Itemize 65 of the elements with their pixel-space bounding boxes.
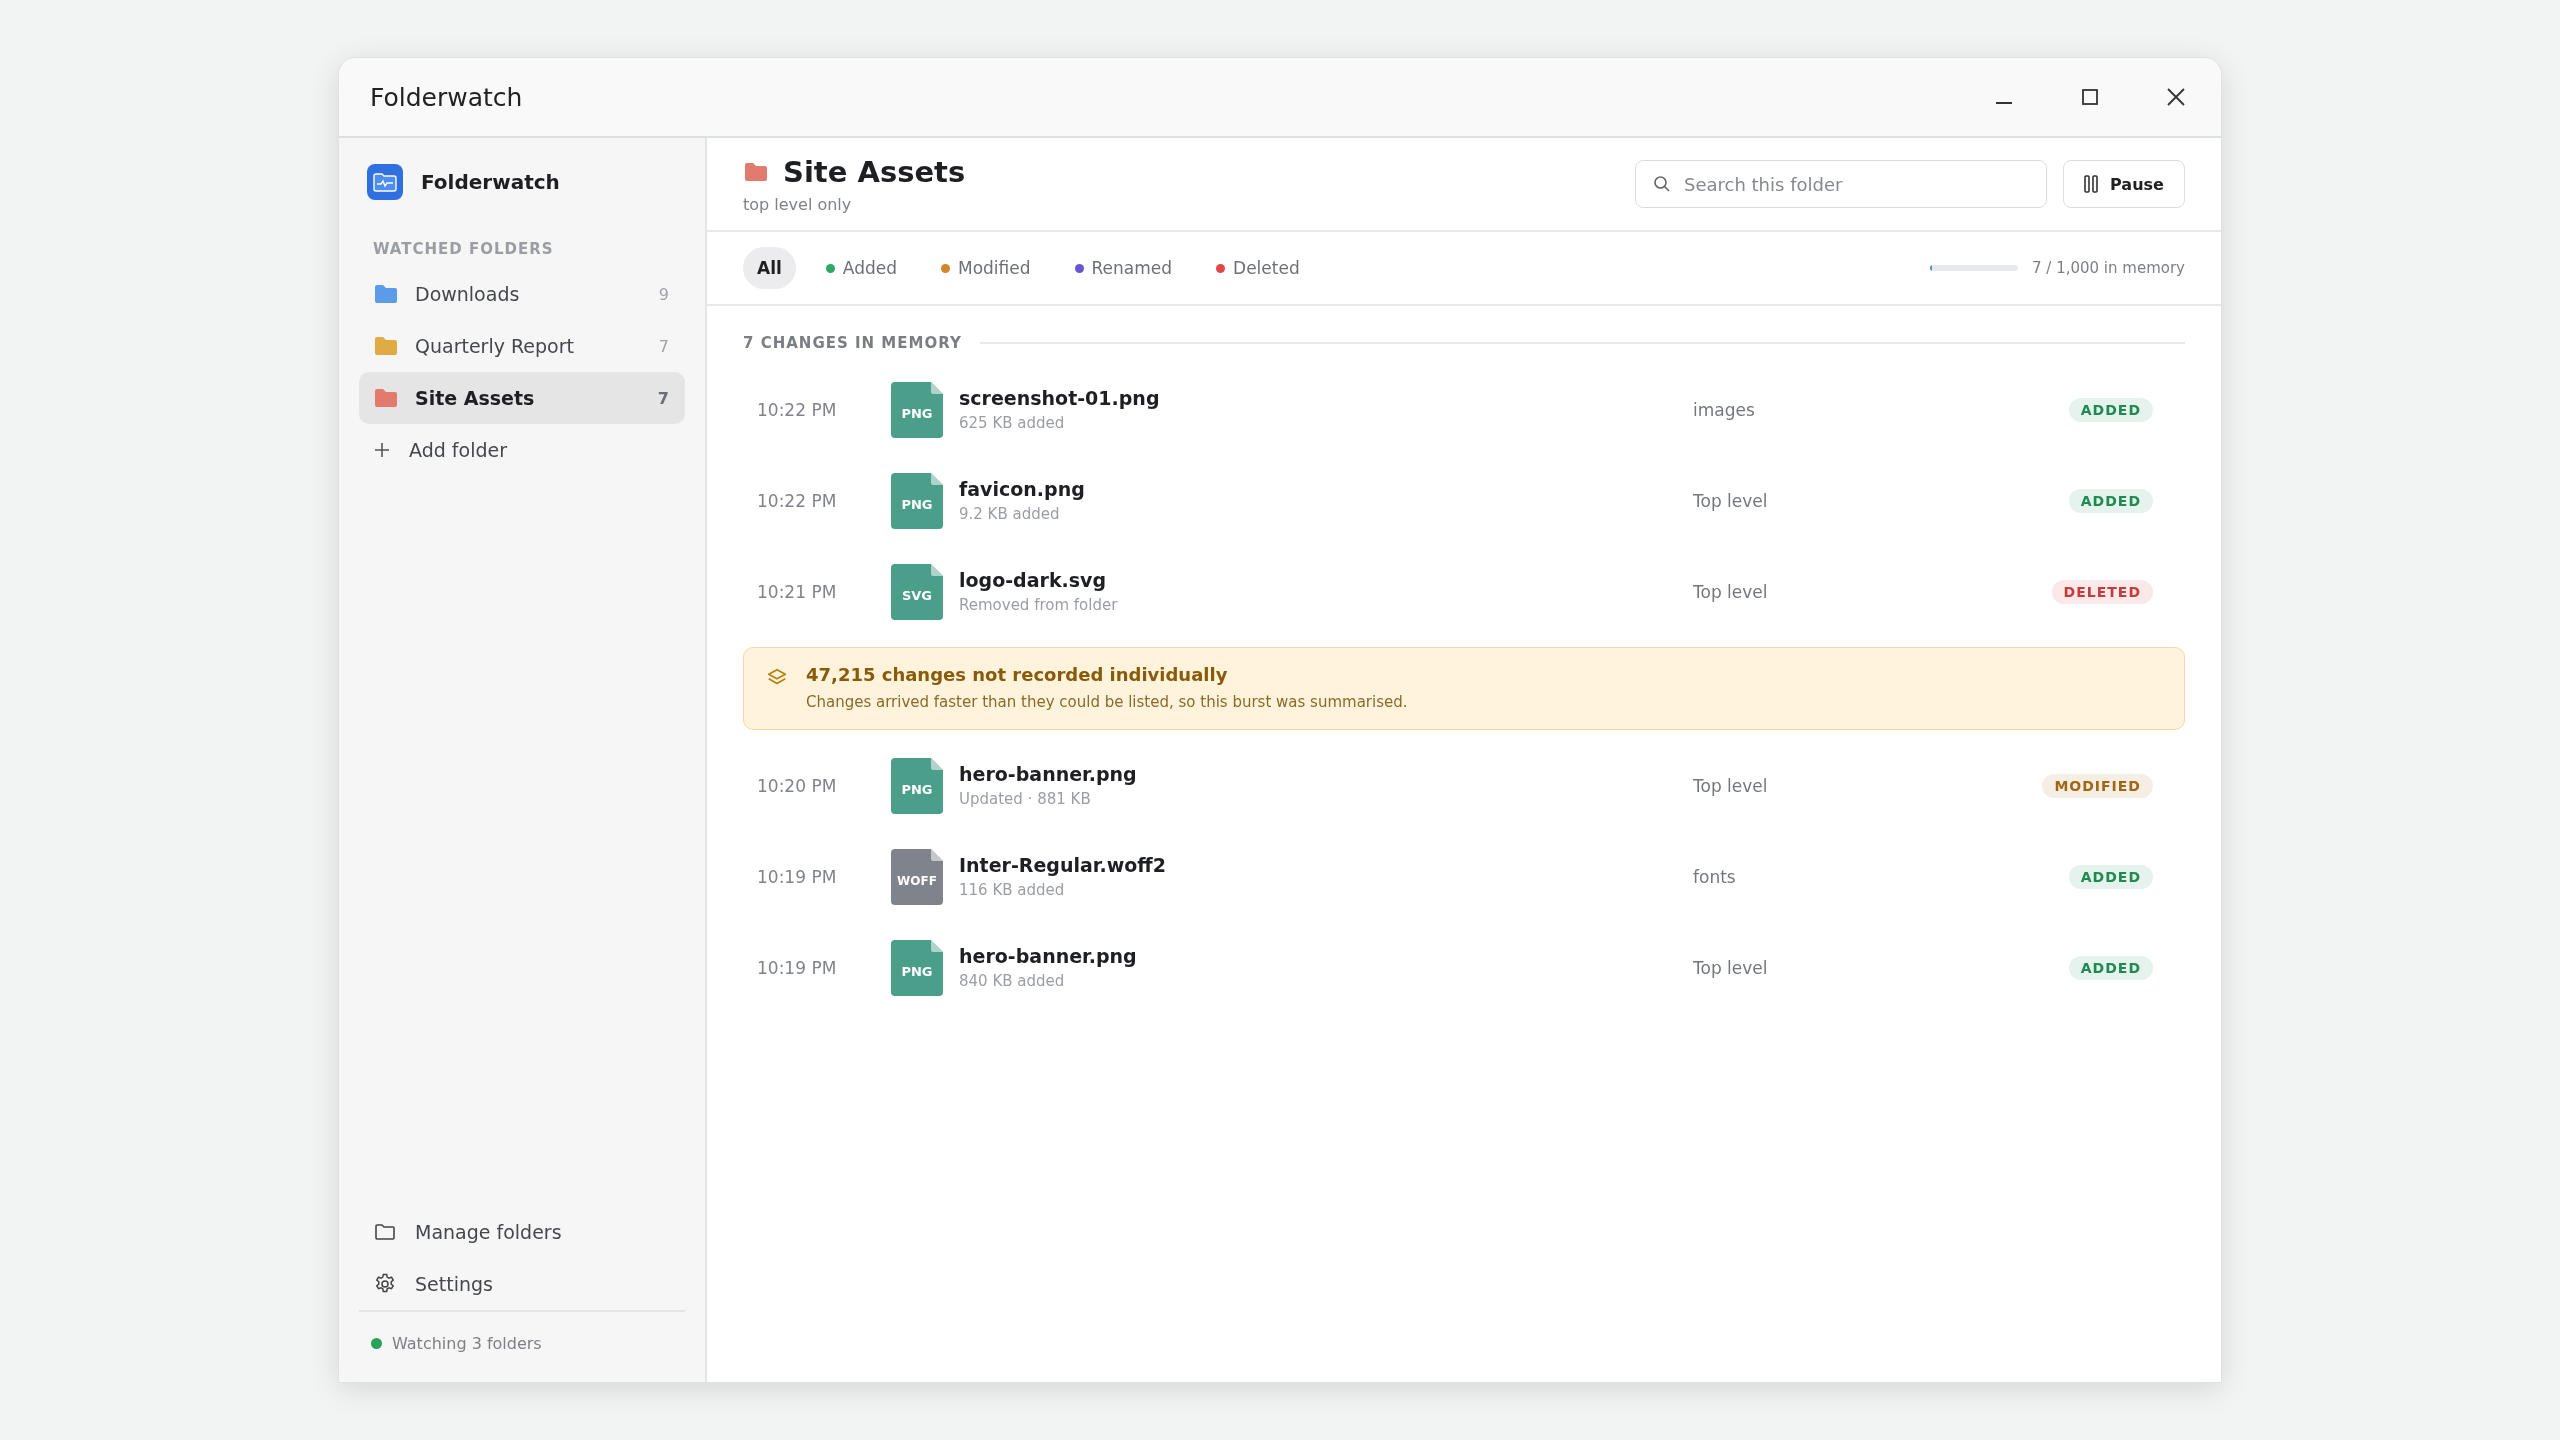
file-type-label: PNG [901,963,933,979]
folder-item[interactable]: Quarterly Report 7 [359,320,685,372]
file-location: Top level [1693,490,1769,511]
change-detail: Removed from folder [959,596,1119,614]
status-badge: MODIFIED [2042,773,2153,798]
status-text: Watching 3 folders [392,1333,542,1353]
change-time: 10:20 PM [757,775,838,796]
memory-reading: 7 / 1,000 in memory [2032,259,2185,277]
file-type-label: SVG [901,587,933,603]
sidebar-link[interactable]: Settings [415,1273,493,1295]
plus-icon [373,441,391,459]
folder-subtitle: top level only [743,194,853,214]
file-location: Top level [1693,957,1769,978]
change-detail: 116 KB added [959,881,1066,899]
change-detail: 9.2 KB added [959,505,1061,523]
file-location: images [1693,399,1756,420]
filter-tab[interactable]: Deleted [1202,247,1314,289]
file-name: hero-banner.png [959,763,1138,785]
pause-button[interactable]: Pause [2063,160,2185,208]
section-label: WATCHED FOLDERS [373,240,555,258]
app-icon [367,164,403,200]
file-type-label: PNG [901,781,933,797]
list-heading: 7 CHANGES IN MEMORY [743,334,962,352]
file-type-label: PNG [901,405,933,421]
change-detail: Updated · 881 KB [959,790,1092,808]
change-detail: 840 KB added [959,972,1066,990]
status-dot [371,1337,382,1349]
folder-title: Site Assets [783,154,966,189]
status-badge: ADDED [2068,955,2153,980]
sidebar-link[interactable]: Manage folders [415,1221,562,1243]
change-time: 10:21 PM [757,581,838,602]
file-type-label: WOFF [897,873,937,888]
filter-tab[interactable]: Added [811,247,911,289]
folder-icon [743,160,769,183]
change-detail: 625 KB added [959,414,1066,432]
file-location: Top level [1693,775,1769,796]
burst-title: 47,215 changes not recorded individually [806,664,1229,685]
search-field[interactable]: Search this folder [1635,160,2047,208]
status-badge: ADDED [2068,864,2153,889]
file-location: fonts [1693,866,1737,887]
change-time: 10:19 PM [757,866,838,887]
search-icon [1653,175,1671,193]
status-badge: ADDED [2068,488,2153,513]
file-name: screenshot-01.png [959,387,1161,409]
change-time: 10:19 PM [757,957,838,978]
folder-item[interactable]: Site Assets 7 [359,372,685,424]
filter-tab[interactable]: Renamed [1060,247,1187,289]
change-time: 10:22 PM [757,399,838,420]
file-type-label: PNG [901,496,933,512]
file-name: Inter-Regular.woff2 [959,854,1167,876]
status-badge: DELETED [2051,579,2153,604]
change-time: 10:22 PM [757,490,838,511]
file-name: hero-banner.png [959,945,1138,967]
status-badge: ADDED [2068,397,2153,422]
burst-detail: Changes arrived faster than they could be listed, so this burst was summarised. [806,693,1408,711]
filter-tab[interactable]: All [743,247,796,289]
add-folder-button[interactable]: Add folder [359,424,685,476]
folder-item[interactable]: Downloads 9 [359,268,685,320]
app-name: Folderwatch [421,170,560,194]
pause-icon [2084,175,2099,193]
file-name: logo-dark.svg [959,569,1108,591]
window-title: Folderwatch [370,82,524,112]
file-location: Top level [1693,581,1769,602]
filter-tab[interactable]: Modified [927,247,1045,289]
file-name: favicon.png [959,478,1086,500]
